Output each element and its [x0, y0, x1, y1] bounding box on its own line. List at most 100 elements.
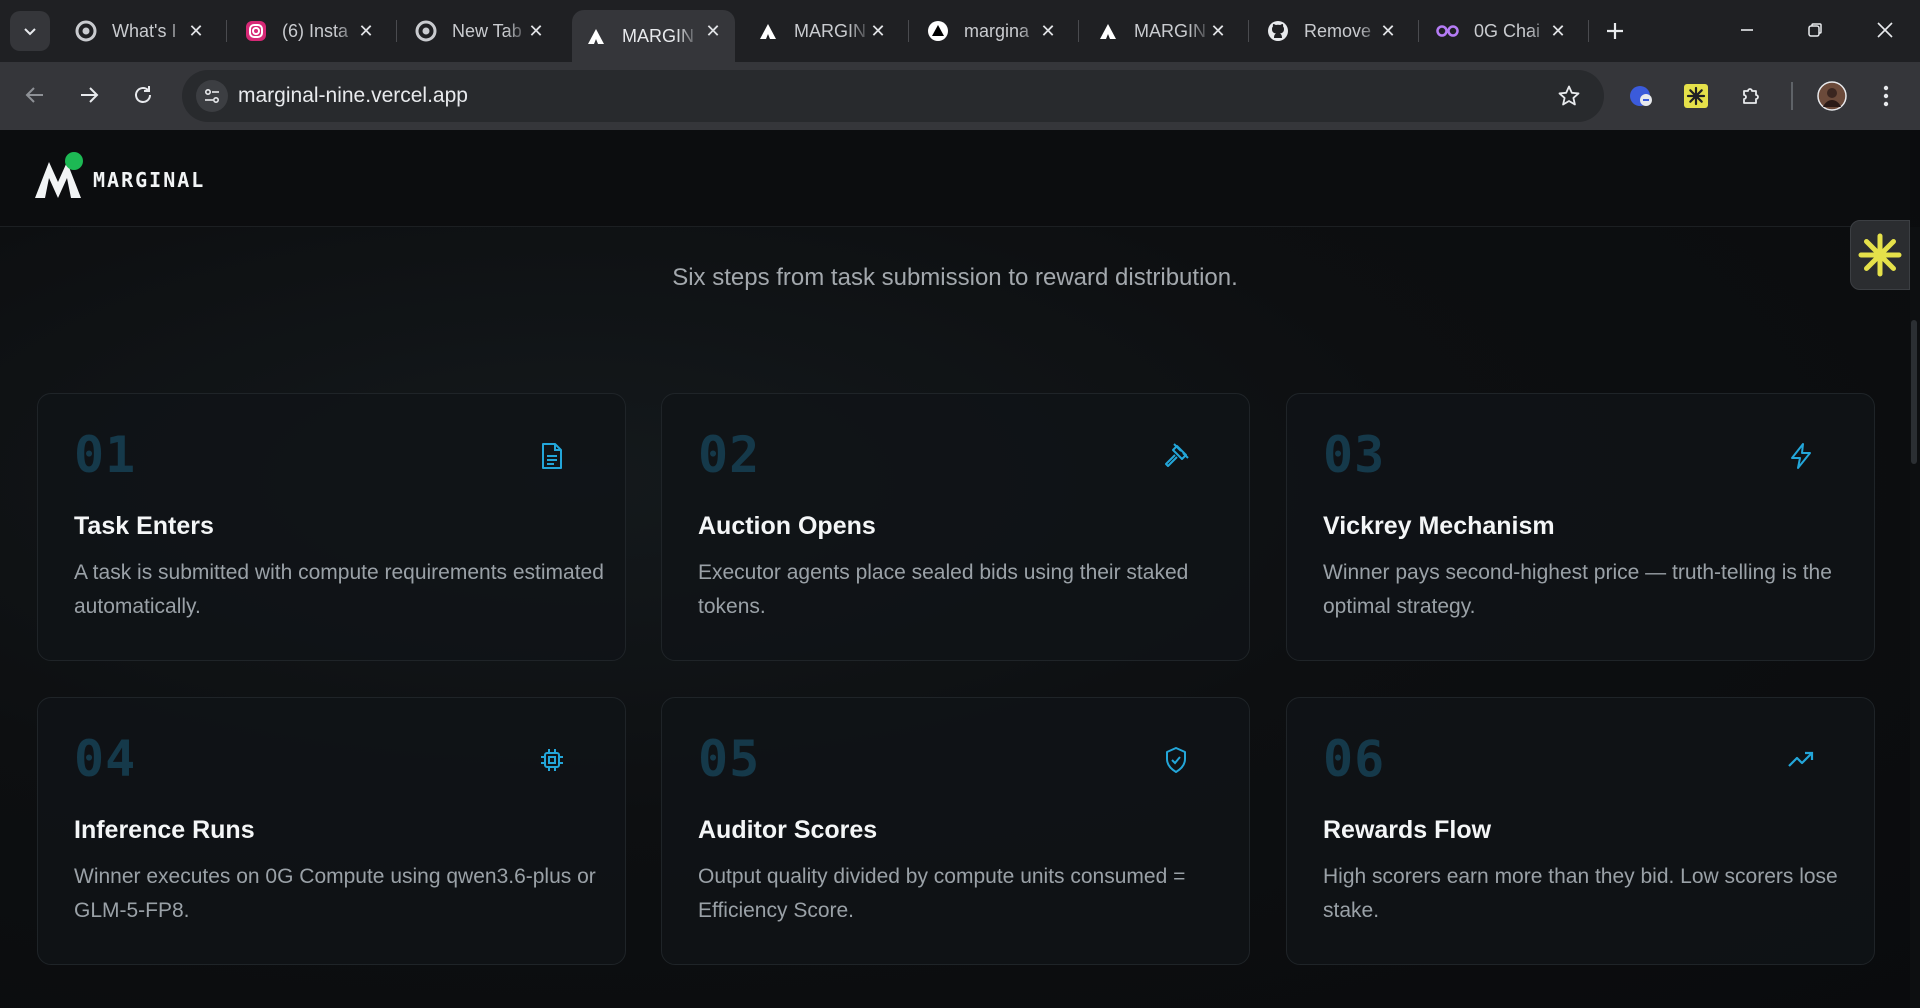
tab-title: (6) Insta — [282, 20, 349, 41]
arrow-left-icon — [25, 87, 43, 103]
step-card: 03 Vickrey Mechanism Winner pays second-… — [1286, 393, 1875, 661]
step-description: Winner executes on 0G Compute using qwen… — [74, 865, 596, 922]
browser-tab[interactable]: MARGIN ✕ — [744, 10, 900, 52]
puzzle-icon — [1743, 88, 1759, 104]
step-number: 01 — [74, 426, 137, 484]
avatar-icon — [1817, 81, 1847, 111]
step-title: Rewards Flow — [1323, 816, 1492, 844]
tab-divider — [396, 20, 397, 42]
chrome-menu-button[interactable] — [1870, 80, 1902, 112]
cpu-icon — [538, 746, 566, 774]
tab-divider — [1078, 20, 1079, 42]
step-description: High scorers earn more than they bid. Lo… — [1323, 865, 1838, 922]
logo-text[interactable]: MARGINAL — [93, 168, 205, 192]
close-icon[interactable]: ✕ — [186, 21, 206, 41]
tab-title: MARGIN — [622, 25, 694, 46]
chrome-icon — [414, 19, 438, 43]
tab-divider — [226, 20, 227, 42]
marginal-icon — [1096, 19, 1120, 43]
step-number: 03 — [1323, 426, 1386, 484]
asterisk-extension-icon — [1684, 84, 1708, 108]
profile-avatar[interactable] — [1816, 80, 1848, 112]
section-subtitle: Six steps from task submission to reward… — [672, 264, 1238, 291]
cloud-extension-icon — [1630, 86, 1652, 106]
close-icon[interactable]: ✕ — [1548, 21, 1568, 41]
extension-button[interactable] — [1626, 80, 1658, 112]
tab-divider — [908, 20, 909, 42]
logo-status-dot — [65, 152, 83, 170]
step-number: 02 — [698, 426, 761, 484]
og-icon — [1436, 19, 1460, 43]
browser-tab[interactable]: 0G Chai ✕ — [1424, 10, 1580, 52]
site-info-button[interactable] — [196, 80, 228, 112]
reload-button[interactable] — [124, 76, 162, 114]
trending-up-icon — [1787, 746, 1815, 774]
browser-tab[interactable]: MARGIN ✕ — [1084, 10, 1240, 52]
close-icon[interactable]: ✕ — [1208, 21, 1228, 41]
tab-search-button[interactable] — [10, 11, 50, 51]
step-description: A task is submitted with compute require… — [74, 561, 604, 618]
extension-button[interactable] — [1680, 80, 1712, 112]
restore-icon — [1808, 23, 1822, 37]
close-icon[interactable]: ✕ — [1038, 21, 1058, 41]
scrollbar-thumb[interactable] — [1911, 320, 1917, 464]
browser-tab[interactable]: What's I ✕ — [62, 10, 218, 52]
tab-strip: What's I ✕ (6) Insta ✕ New Tab ✕ MARGIN … — [0, 0, 1920, 62]
bookmark-star-button[interactable] — [1556, 83, 1582, 109]
star-icon — [1558, 85, 1580, 106]
step-number: 04 — [74, 730, 137, 788]
arrow-right-icon — [81, 87, 99, 103]
close-window-button[interactable] — [1862, 12, 1908, 48]
gavel-icon — [1162, 442, 1190, 470]
step-title: Inference Runs — [74, 816, 255, 844]
browser-tab[interactable]: New Tab ✕ — [402, 10, 558, 52]
step-number: 06 — [1323, 730, 1386, 788]
tab-divider — [1248, 20, 1249, 42]
step-card: 05 Auditor Scores Output quality divided… — [661, 697, 1250, 965]
toolbar-divider — [1791, 82, 1793, 110]
instagram-icon — [244, 19, 268, 43]
tab-title: New Tab — [452, 20, 522, 41]
github-icon — [1266, 19, 1290, 43]
marginal-icon — [756, 19, 780, 43]
site-header: MARGINAL — [0, 130, 1910, 227]
browser-tab[interactable]: (6) Insta ✕ — [232, 10, 388, 52]
back-button[interactable] — [16, 76, 54, 114]
browser-toolbar: marginal-nine.vercel.app — [0, 62, 1920, 130]
new-tab-button[interactable] — [1598, 14, 1632, 48]
close-icon[interactable]: ✕ — [526, 21, 546, 41]
restore-button[interactable] — [1792, 12, 1838, 48]
tab-title: MARGIN — [1134, 20, 1206, 41]
tab-divider — [1418, 20, 1419, 42]
close-icon[interactable]: ✕ — [1378, 21, 1398, 41]
extensions-menu-button[interactable] — [1736, 80, 1768, 112]
step-card: 06 Rewards Flow High scorers earn more t… — [1286, 697, 1875, 965]
minimize-icon — [1741, 29, 1753, 31]
browser-tab-active[interactable]: MARGIN ✕ — [572, 10, 735, 62]
close-icon[interactable]: ✕ — [868, 21, 888, 41]
step-card: 01 Task Enters A task is submitted with … — [37, 393, 626, 661]
tab-divider — [1588, 20, 1589, 42]
page-content: MARGINAL Six steps from task submission … — [0, 130, 1920, 1008]
address-bar[interactable]: marginal-nine.vercel.app — [182, 70, 1604, 122]
tune-icon — [204, 88, 220, 104]
forward-button[interactable] — [70, 76, 108, 114]
tab-title: margina — [964, 20, 1030, 41]
chevron-down-icon — [24, 28, 36, 36]
step-title: Vickrey Mechanism — [1323, 512, 1555, 540]
chrome-icon — [74, 19, 98, 43]
shield-check-icon — [1162, 746, 1190, 774]
browser-tab[interactable]: Remove ✕ — [1254, 10, 1410, 52]
step-description: Winner pays second-highest price — truth… — [1323, 561, 1832, 618]
url-text[interactable]: marginal-nine.vercel.app — [238, 84, 468, 108]
close-icon — [1877, 22, 1893, 38]
minimize-button[interactable] — [1724, 12, 1770, 48]
lightning-icon — [1787, 442, 1815, 470]
browser-tab[interactable]: margina ✕ — [914, 10, 1070, 52]
step-card: 04 Inference Runs Winner executes on 0G … — [37, 697, 626, 965]
step-description: Executor agents place sealed bids using … — [698, 561, 1189, 618]
close-icon[interactable]: ✕ — [356, 21, 376, 41]
step-title: Auditor Scores — [698, 816, 878, 844]
close-icon[interactable]: ✕ — [703, 21, 723, 41]
tab-title: 0G Chai — [1474, 20, 1541, 41]
